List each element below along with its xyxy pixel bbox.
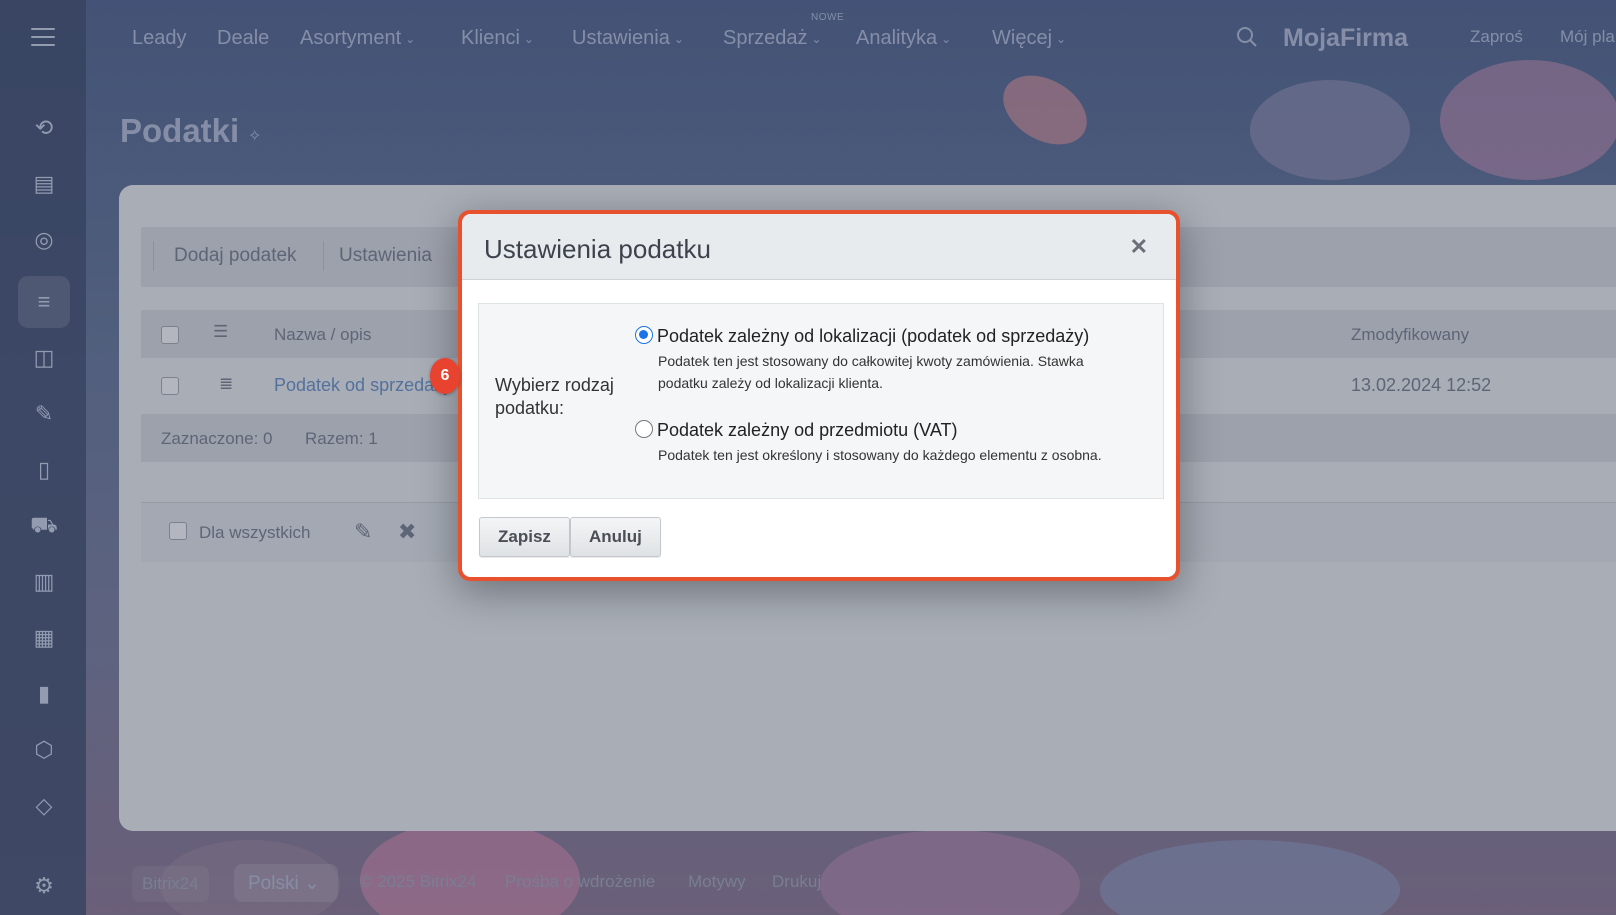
dialog-body: Wybierz rodzaj podatku: Podatek zależny …	[478, 303, 1164, 499]
save-button[interactable]: Zapisz	[479, 517, 570, 557]
location-tax-radio[interactable]	[635, 326, 653, 344]
tax-type-label: Wybierz rodzaj podatku:	[495, 375, 614, 418]
location-tax-option-description: Podatek ten jest stosowany do całkowitej…	[658, 353, 1084, 391]
dialog-title: Ustawienia podatku	[484, 234, 711, 264]
cancel-button[interactable]: Anuluj	[570, 517, 661, 557]
tax-settings-dialog: Ustawienia podatku ✕ Wybierz rodzaj poda…	[462, 214, 1176, 577]
item-tax-radio[interactable]	[635, 420, 653, 438]
step-badge: 6	[430, 358, 460, 394]
item-tax-option-description: Podatek ten jest określony i stosowany d…	[658, 447, 1102, 463]
location-tax-option-title[interactable]: Podatek zależny od lokalizacji (podatek …	[657, 326, 1089, 347]
close-icon[interactable]: ✕	[1130, 234, 1148, 260]
dialog-header: Ustawienia podatku ✕	[462, 214, 1176, 280]
item-tax-option-title[interactable]: Podatek zależny od przedmiotu (VAT)	[657, 420, 957, 441]
